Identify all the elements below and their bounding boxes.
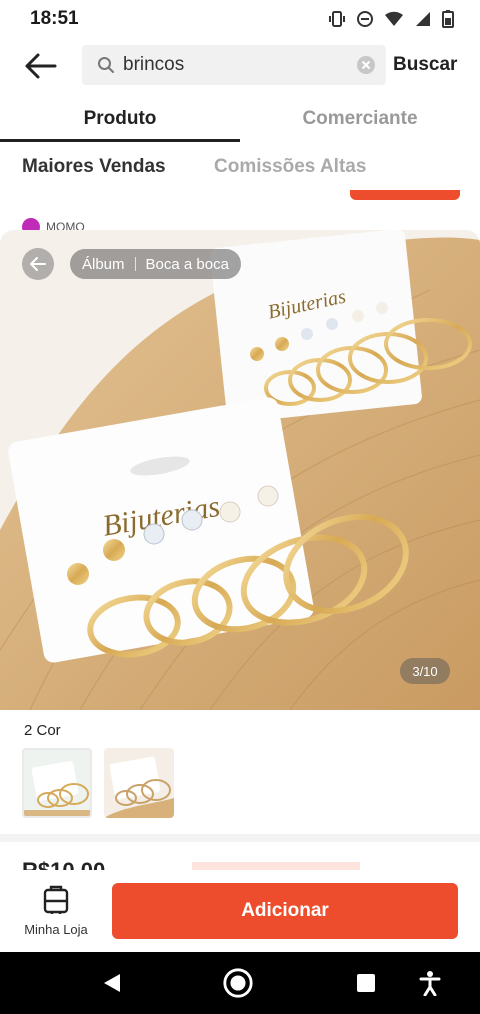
image-counter: 3/10	[400, 658, 450, 684]
search-icon	[98, 57, 114, 73]
vibrate-icon	[329, 11, 345, 27]
nav-home-button[interactable]	[222, 967, 254, 999]
variant-thumbnail-1[interactable]	[22, 748, 92, 818]
variant-thumbnail-image	[24, 750, 90, 816]
sort-options: Maiores Vendas Comissões Altas	[0, 150, 480, 186]
status-time: 18:51	[30, 8, 79, 29]
dnd-icon	[357, 11, 373, 27]
accessibility-icon	[419, 971, 441, 996]
sort-high-commission[interactable]: Comissões Altas	[214, 156, 366, 178]
nav-home-icon	[223, 968, 253, 998]
variant-label: 2 Cor	[24, 722, 61, 739]
result-tabs: Produto Comerciante	[0, 96, 480, 142]
back-button[interactable]	[22, 50, 58, 82]
product-photo[interactable]: Bijuterias Bijuterias Álbum Boca a boca …	[0, 230, 480, 710]
earring-card-back	[210, 230, 422, 423]
search-submit-button[interactable]: Buscar	[393, 54, 457, 76]
sort-top-sales[interactable]: Maiores Vendas	[22, 156, 166, 178]
tab-produto[interactable]: Produto	[0, 96, 240, 142]
view-mode-pills: Álbum Boca a boca	[70, 249, 241, 279]
clear-icon[interactable]	[356, 55, 376, 75]
product-photo-graphic: Bijuterias Bijuterias	[0, 230, 480, 710]
bottom-action-bar: Minha Loja Adicionar	[0, 870, 480, 952]
tab-comerciante[interactable]: Comerciante	[240, 96, 480, 142]
active-tab-indicator	[0, 139, 240, 142]
my-store-label: Minha Loja	[24, 922, 88, 937]
my-store-button[interactable]: Minha Loja	[18, 884, 94, 940]
signal-icon	[416, 12, 430, 26]
store-bag-icon	[43, 885, 69, 914]
search-value: brincos	[123, 54, 185, 75]
nav-recents-icon	[357, 974, 375, 992]
search-header: brincos Buscar	[0, 44, 480, 88]
view-mode-album[interactable]: Álbum	[82, 256, 125, 273]
nav-accessibility-button[interactable]	[414, 967, 446, 999]
status-bar: 18:51	[0, 0, 480, 38]
variant-thumbnail-2[interactable]	[104, 748, 174, 818]
arrow-left-icon	[25, 53, 57, 79]
variant-thumbnail-image	[104, 748, 174, 818]
nav-back-button[interactable]	[96, 967, 128, 999]
add-button[interactable]: Adicionar	[112, 883, 458, 939]
nav-recents-button[interactable]	[350, 967, 382, 999]
search-input[interactable]: brincos	[82, 45, 386, 85]
nav-back-icon	[104, 974, 120, 992]
arrow-left-icon	[30, 257, 46, 271]
background-button-edge	[350, 190, 460, 200]
battery-icon	[442, 10, 454, 28]
system-navigation-bar	[0, 952, 480, 1014]
status-icons	[328, 10, 454, 28]
wifi-icon	[385, 11, 403, 26]
view-mode-word-of-mouth[interactable]: Boca a boca	[146, 256, 229, 273]
section-divider	[0, 834, 480, 842]
pill-separator	[134, 257, 136, 271]
photo-back-button[interactable]	[22, 248, 54, 280]
price-promo-tag	[192, 862, 360, 870]
